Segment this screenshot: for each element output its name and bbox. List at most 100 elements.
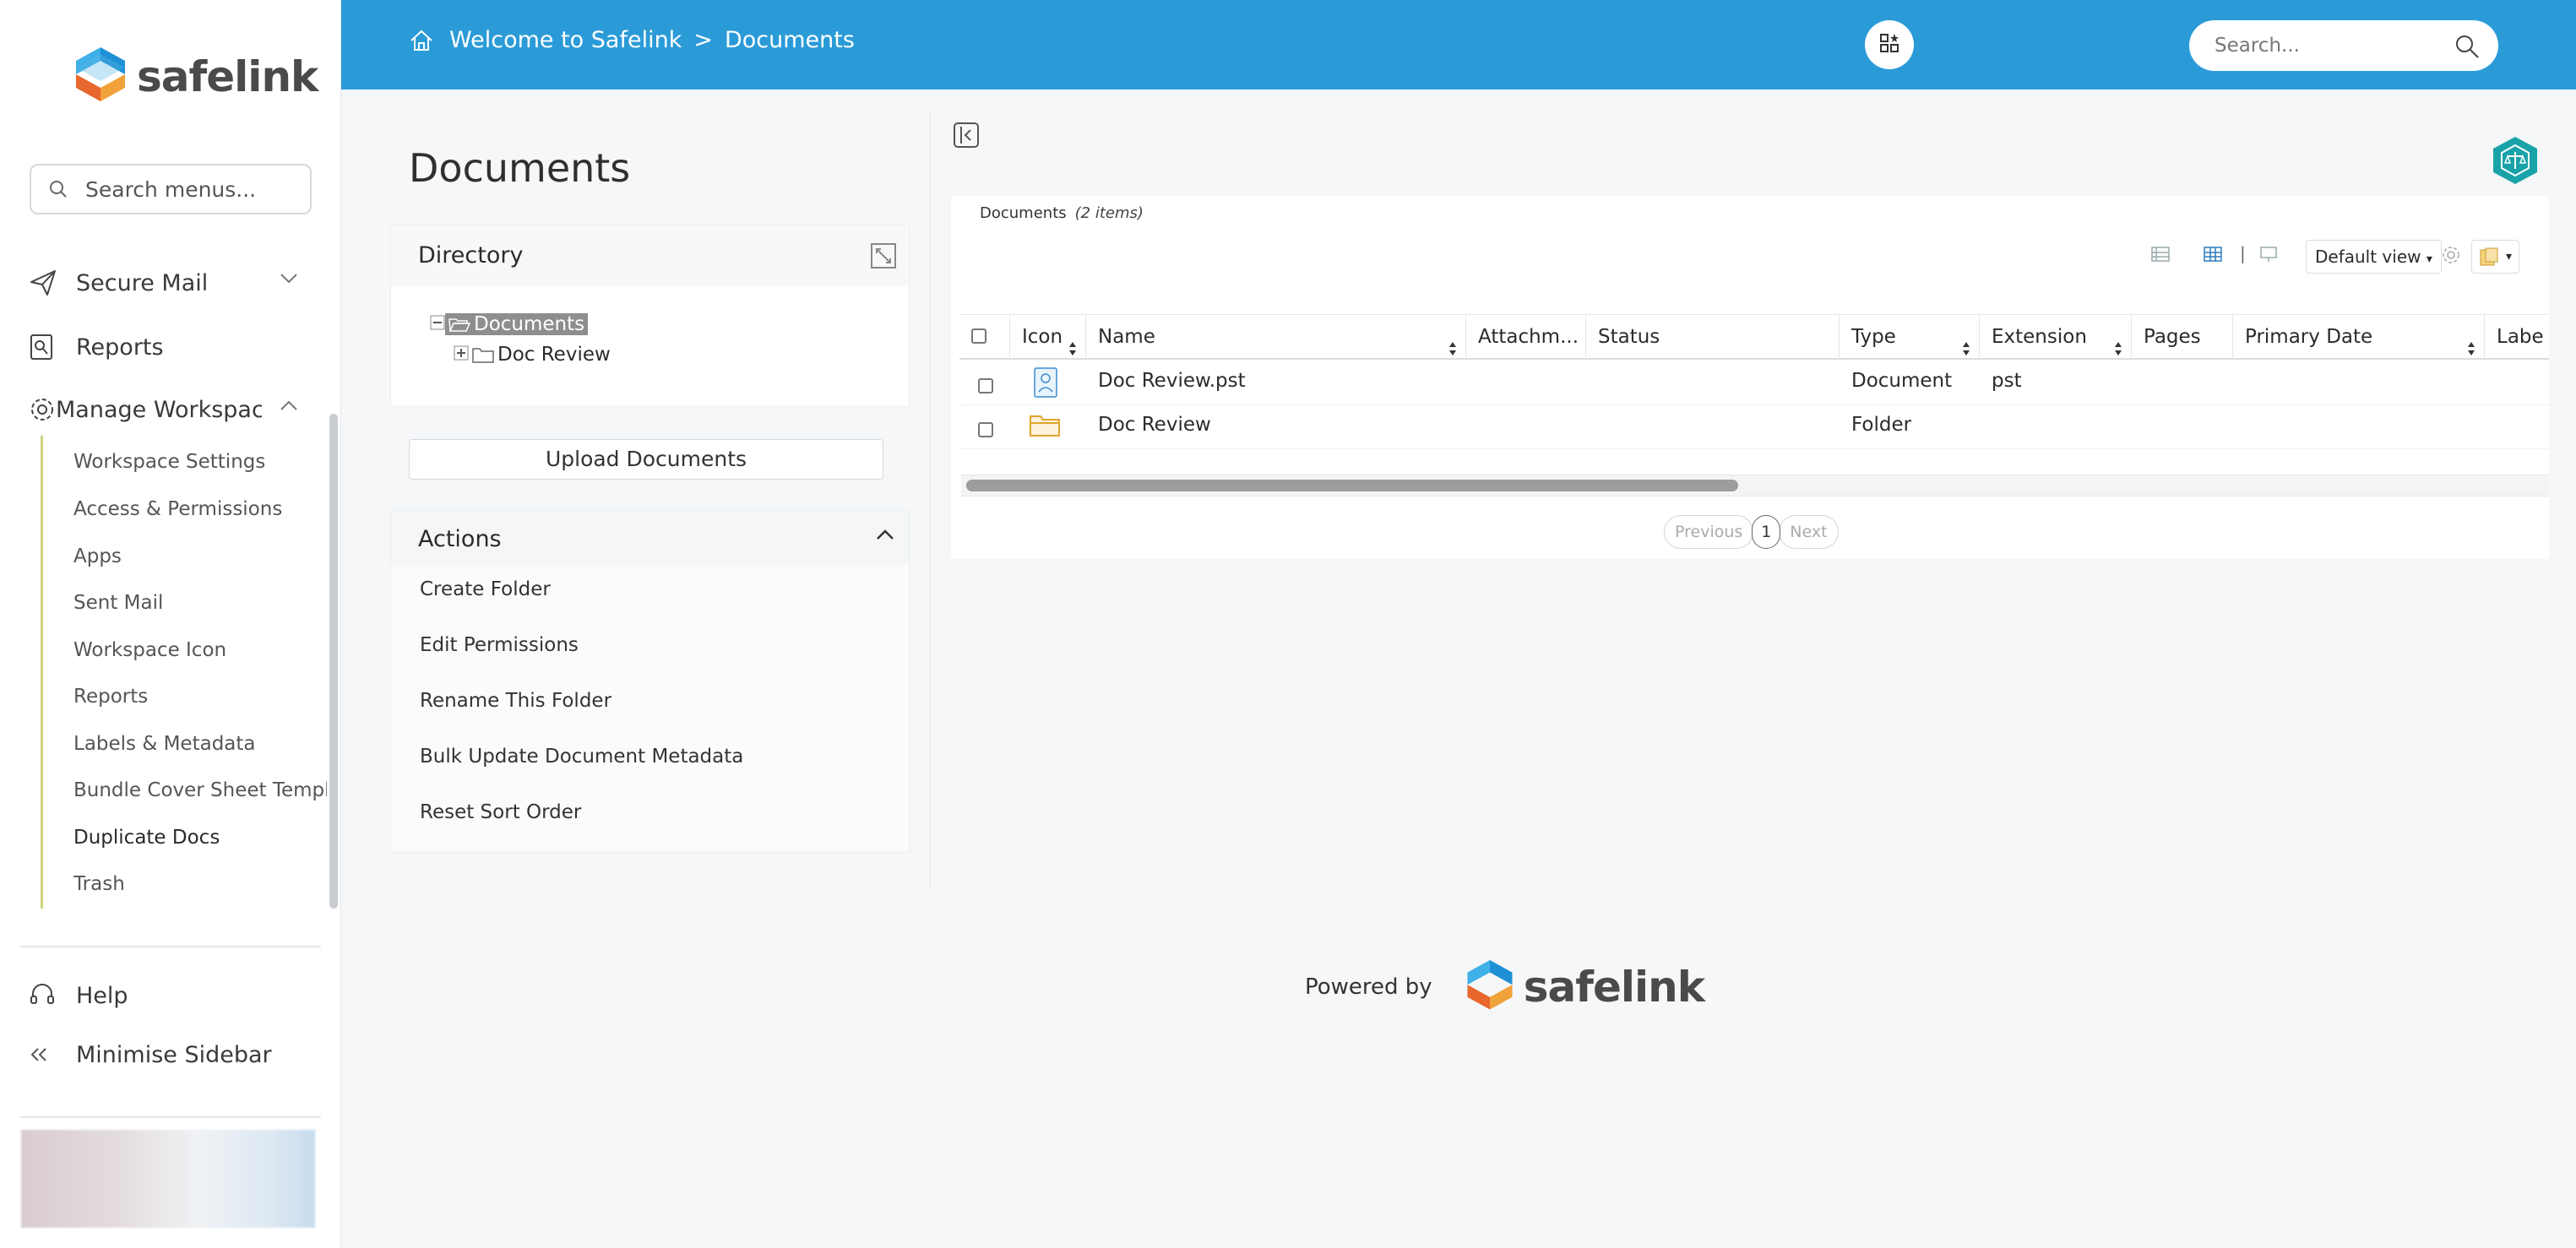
row-name[interactable]: Doc Review bbox=[1098, 414, 1211, 436]
column-header-primary-date[interactable]: Primary Date bbox=[2233, 315, 2485, 361]
footer-brand-name: safelink bbox=[1523, 963, 1705, 1012]
workspace-hexagon-icon[interactable] bbox=[2492, 135, 2539, 189]
column-header-icon-label: Icon bbox=[1022, 326, 1063, 348]
row-name[interactable]: Doc Review.pst bbox=[1098, 370, 1246, 392]
global-search-input[interactable] bbox=[2215, 35, 2451, 57]
actions-title: Actions bbox=[418, 526, 502, 552]
search-icon bbox=[31, 179, 85, 199]
chevron-up-icon[interactable] bbox=[875, 528, 895, 545]
pager-previous[interactable]: Previous bbox=[1664, 515, 1754, 549]
apps-button[interactable] bbox=[1865, 20, 1914, 69]
upload-documents-button[interactable]: Upload Documents bbox=[409, 439, 883, 480]
sort-icon[interactable] bbox=[1068, 328, 1077, 361]
caret-down-icon: ▾ bbox=[2426, 252, 2432, 266]
nav-manage-workspace[interactable]: Manage Workspace bbox=[29, 388, 262, 431]
action-create-folder[interactable]: Create Folder bbox=[420, 578, 551, 600]
submenu-labels-metadata[interactable]: Labels & Metadata bbox=[73, 733, 327, 755]
pager-next[interactable]: Next bbox=[1779, 515, 1839, 549]
row-checkbox[interactable] bbox=[978, 378, 993, 393]
action-reset-sort-order[interactable]: Reset Sort Order bbox=[420, 801, 581, 823]
submenu-workspace-settings[interactable]: Workspace Settings bbox=[73, 451, 327, 473]
menu-search-box[interactable] bbox=[30, 164, 312, 214]
nav-manage-workspace-label: Manage Workspace bbox=[56, 396, 262, 423]
directory-header: Directory bbox=[391, 225, 909, 286]
export-dropdown[interactable]: ▾ bbox=[2471, 240, 2520, 274]
column-header-labels[interactable]: Labe bbox=[2485, 315, 2549, 361]
grid-view-icon[interactable] bbox=[2203, 245, 2223, 263]
submenu-workspace-icon[interactable]: Workspace Icon bbox=[73, 639, 327, 661]
select-all-cell bbox=[959, 315, 1010, 361]
column-header-type[interactable]: Type bbox=[1840, 315, 1980, 361]
sort-icon[interactable] bbox=[1448, 328, 1457, 361]
submenu-sent-mail[interactable]: Sent Mail bbox=[73, 592, 327, 614]
pager-current-page[interactable]: 1 bbox=[1752, 515, 1781, 549]
tree-node-doc-review-label: Doc Review bbox=[497, 344, 611, 366]
submenu-trash[interactable]: Trash bbox=[73, 873, 327, 895]
tree-node-documents[interactable]: Documents bbox=[430, 313, 589, 335]
collapse-minus-icon[interactable] bbox=[430, 313, 445, 335]
table-row[interactable]: Doc Review Folder bbox=[959, 405, 2549, 449]
column-header-name-label: Name bbox=[1098, 326, 1155, 348]
action-bulk-update-metadata[interactable]: Bulk Update Document Metadata bbox=[420, 746, 743, 768]
submenu-apps[interactable]: Apps bbox=[73, 545, 327, 567]
folder-icon bbox=[1029, 412, 1062, 442]
submenu-duplicate-docs[interactable]: Duplicate Docs bbox=[73, 827, 327, 849]
sort-icon[interactable] bbox=[2467, 328, 2475, 361]
documents-grid-card: Documents (2 items) | Default view ▾ ▾ Ic… bbox=[951, 196, 2549, 559]
list-view-icon[interactable] bbox=[2150, 245, 2171, 263]
grid-caption-title: Documents bbox=[980, 204, 1067, 222]
tree-node-documents-label: Documents bbox=[474, 313, 585, 335]
settings-gear-icon[interactable] bbox=[2441, 245, 2461, 265]
action-edit-permissions[interactable]: Edit Permissions bbox=[420, 634, 579, 656]
search-icon[interactable] bbox=[2454, 34, 2480, 62]
safelink-logo-icon bbox=[76, 47, 125, 101]
row-extension: pst bbox=[1992, 370, 2022, 392]
sort-icon[interactable] bbox=[2114, 328, 2122, 361]
submenu-access-permissions[interactable]: Access & Permissions bbox=[73, 498, 327, 520]
column-header-extension-label: Extension bbox=[1992, 326, 2087, 348]
powered-by-label: Powered by bbox=[1305, 974, 1432, 1000]
expand-plus-icon[interactable] bbox=[454, 344, 469, 366]
double-chevron-left-icon bbox=[29, 1046, 76, 1063]
scrollbar-thumb[interactable] bbox=[966, 480, 1738, 491]
table-row[interactable]: Doc Review.pst Document pst bbox=[959, 361, 2549, 405]
breadcrumb-home-link[interactable]: Welcome to Safelink bbox=[449, 27, 682, 53]
submenu-bundle-cover-sheet-templates[interactable]: Bundle Cover Sheet Templates bbox=[73, 779, 327, 801]
breadcrumb-current[interactable]: Documents bbox=[725, 27, 855, 53]
column-header-pages[interactable]: Pages bbox=[2132, 315, 2233, 361]
column-header-extension[interactable]: Extension bbox=[1980, 315, 2132, 361]
footer: Powered by safelink bbox=[1305, 958, 1705, 1017]
column-header-status[interactable]: Status bbox=[1586, 315, 1840, 361]
sidebar-scrollbar[interactable] bbox=[329, 414, 338, 909]
row-type: Document bbox=[1851, 370, 1953, 392]
global-search-box[interactable] bbox=[2189, 20, 2498, 71]
grid-horizontal-scrollbar[interactable] bbox=[961, 475, 2549, 496]
column-header-attachments[interactable]: Attachm... bbox=[1466, 315, 1586, 361]
chevron-down-icon[interactable] bbox=[279, 272, 299, 289]
user-profile-blurred[interactable] bbox=[21, 1130, 315, 1228]
home-icon[interactable] bbox=[409, 29, 434, 52]
row-checkbox[interactable] bbox=[978, 422, 993, 437]
nav-reports[interactable]: Reports bbox=[29, 326, 164, 368]
column-header-name[interactable]: Name bbox=[1086, 315, 1466, 361]
chevron-up-icon[interactable] bbox=[279, 399, 299, 415]
safelink-logo[interactable]: safelink bbox=[71, 46, 318, 108]
select-all-checkbox[interactable] bbox=[971, 328, 986, 344]
expand-icon[interactable] bbox=[870, 242, 897, 273]
sort-icon[interactable] bbox=[1962, 328, 1970, 361]
view-select-dropdown[interactable]: Default view ▾ bbox=[2306, 240, 2442, 274]
actions-header[interactable]: Actions bbox=[391, 511, 909, 565]
safelink-logo-icon bbox=[1467, 960, 1513, 1010]
nav-secure-mail[interactable]: Secure Mail bbox=[29, 262, 208, 304]
presentation-view-icon[interactable] bbox=[2258, 245, 2279, 263]
tree-node-doc-review[interactable]: Doc Review bbox=[454, 344, 611, 366]
menu-search-input[interactable] bbox=[85, 176, 296, 202]
nav-reports-label: Reports bbox=[76, 334, 164, 361]
column-header-icon[interactable]: Icon bbox=[1010, 315, 1086, 361]
action-rename-folder[interactable]: Rename This Folder bbox=[420, 690, 611, 712]
minimise-sidebar-button[interactable]: Minimise Sidebar bbox=[29, 1034, 272, 1076]
submenu-reports[interactable]: Reports bbox=[73, 686, 327, 708]
nav-help[interactable]: Help bbox=[29, 974, 128, 1017]
collapse-panel-icon[interactable] bbox=[953, 122, 980, 152]
tree-node-selected[interactable]: Documents bbox=[445, 313, 589, 335]
